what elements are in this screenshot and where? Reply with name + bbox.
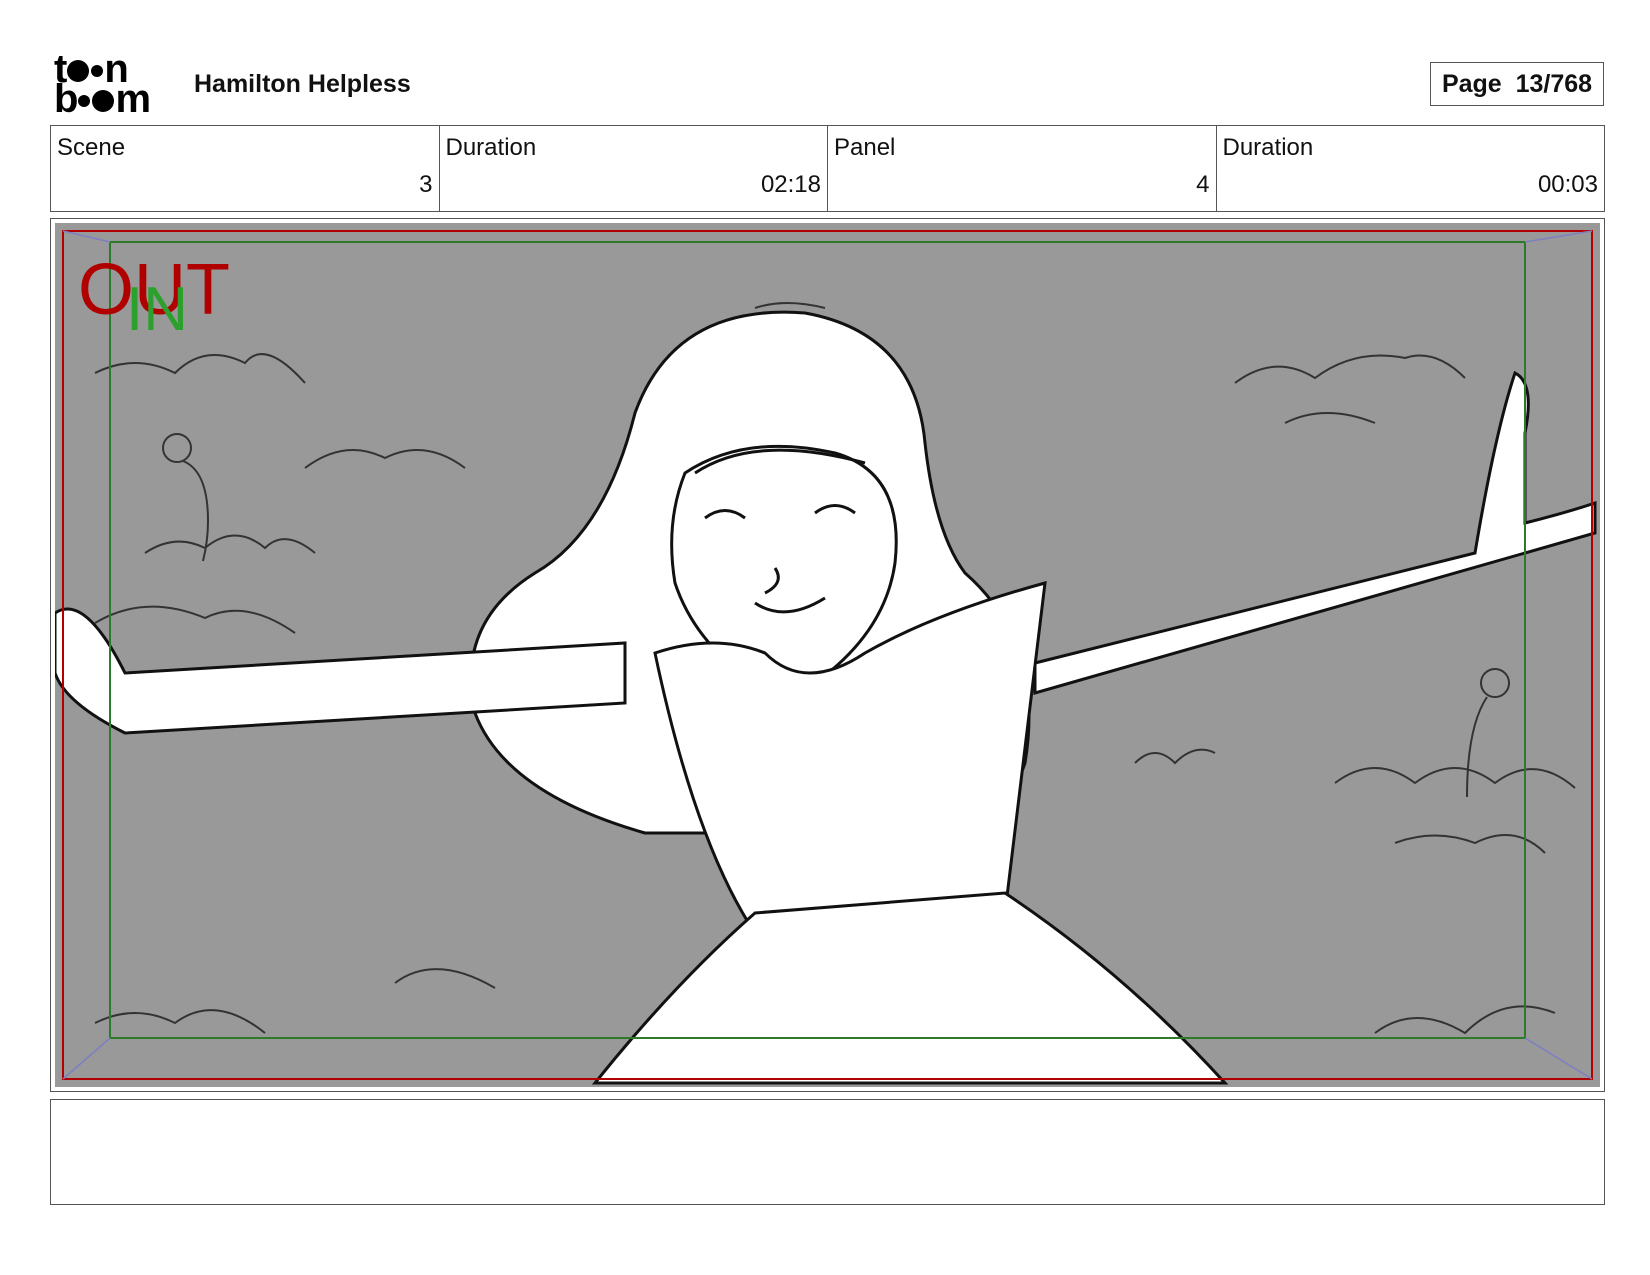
scene-duration-value: 02:18 (760, 171, 821, 198)
panel-duration-label: Duration (1222, 134, 1314, 161)
panel-duration-value: 00:03 (1537, 171, 1598, 198)
panel-drawing (55, 223, 1600, 1087)
toon-boom-logo: tn bm (54, 49, 170, 121)
panel-duration-cell: Duration 00:03 (1215, 126, 1605, 211)
scene-duration-cell: Duration 02:18 (438, 126, 828, 211)
in-frame-label: IN (126, 275, 188, 344)
scene-info-table: Scene 3 Duration 02:18 Panel 4 Duration … (50, 125, 1605, 212)
scene-duration-label: Duration (445, 134, 537, 161)
panel-notes-box (50, 1099, 1605, 1205)
panel-value: 4 (1196, 171, 1210, 198)
panel-label: Panel (834, 134, 896, 161)
scene-label: Scene (57, 134, 126, 161)
logo-bottom-row: bm (54, 77, 151, 121)
scene-value: 3 (419, 171, 433, 198)
document-title: Hamilton Helpless (194, 70, 411, 98)
panel-cell: Panel 4 (827, 126, 1216, 211)
page-indicator: Page 13/768 (1430, 62, 1604, 106)
scene-cell: Scene 3 (51, 126, 439, 211)
storyboard-panel: OUT IN (50, 218, 1605, 1092)
